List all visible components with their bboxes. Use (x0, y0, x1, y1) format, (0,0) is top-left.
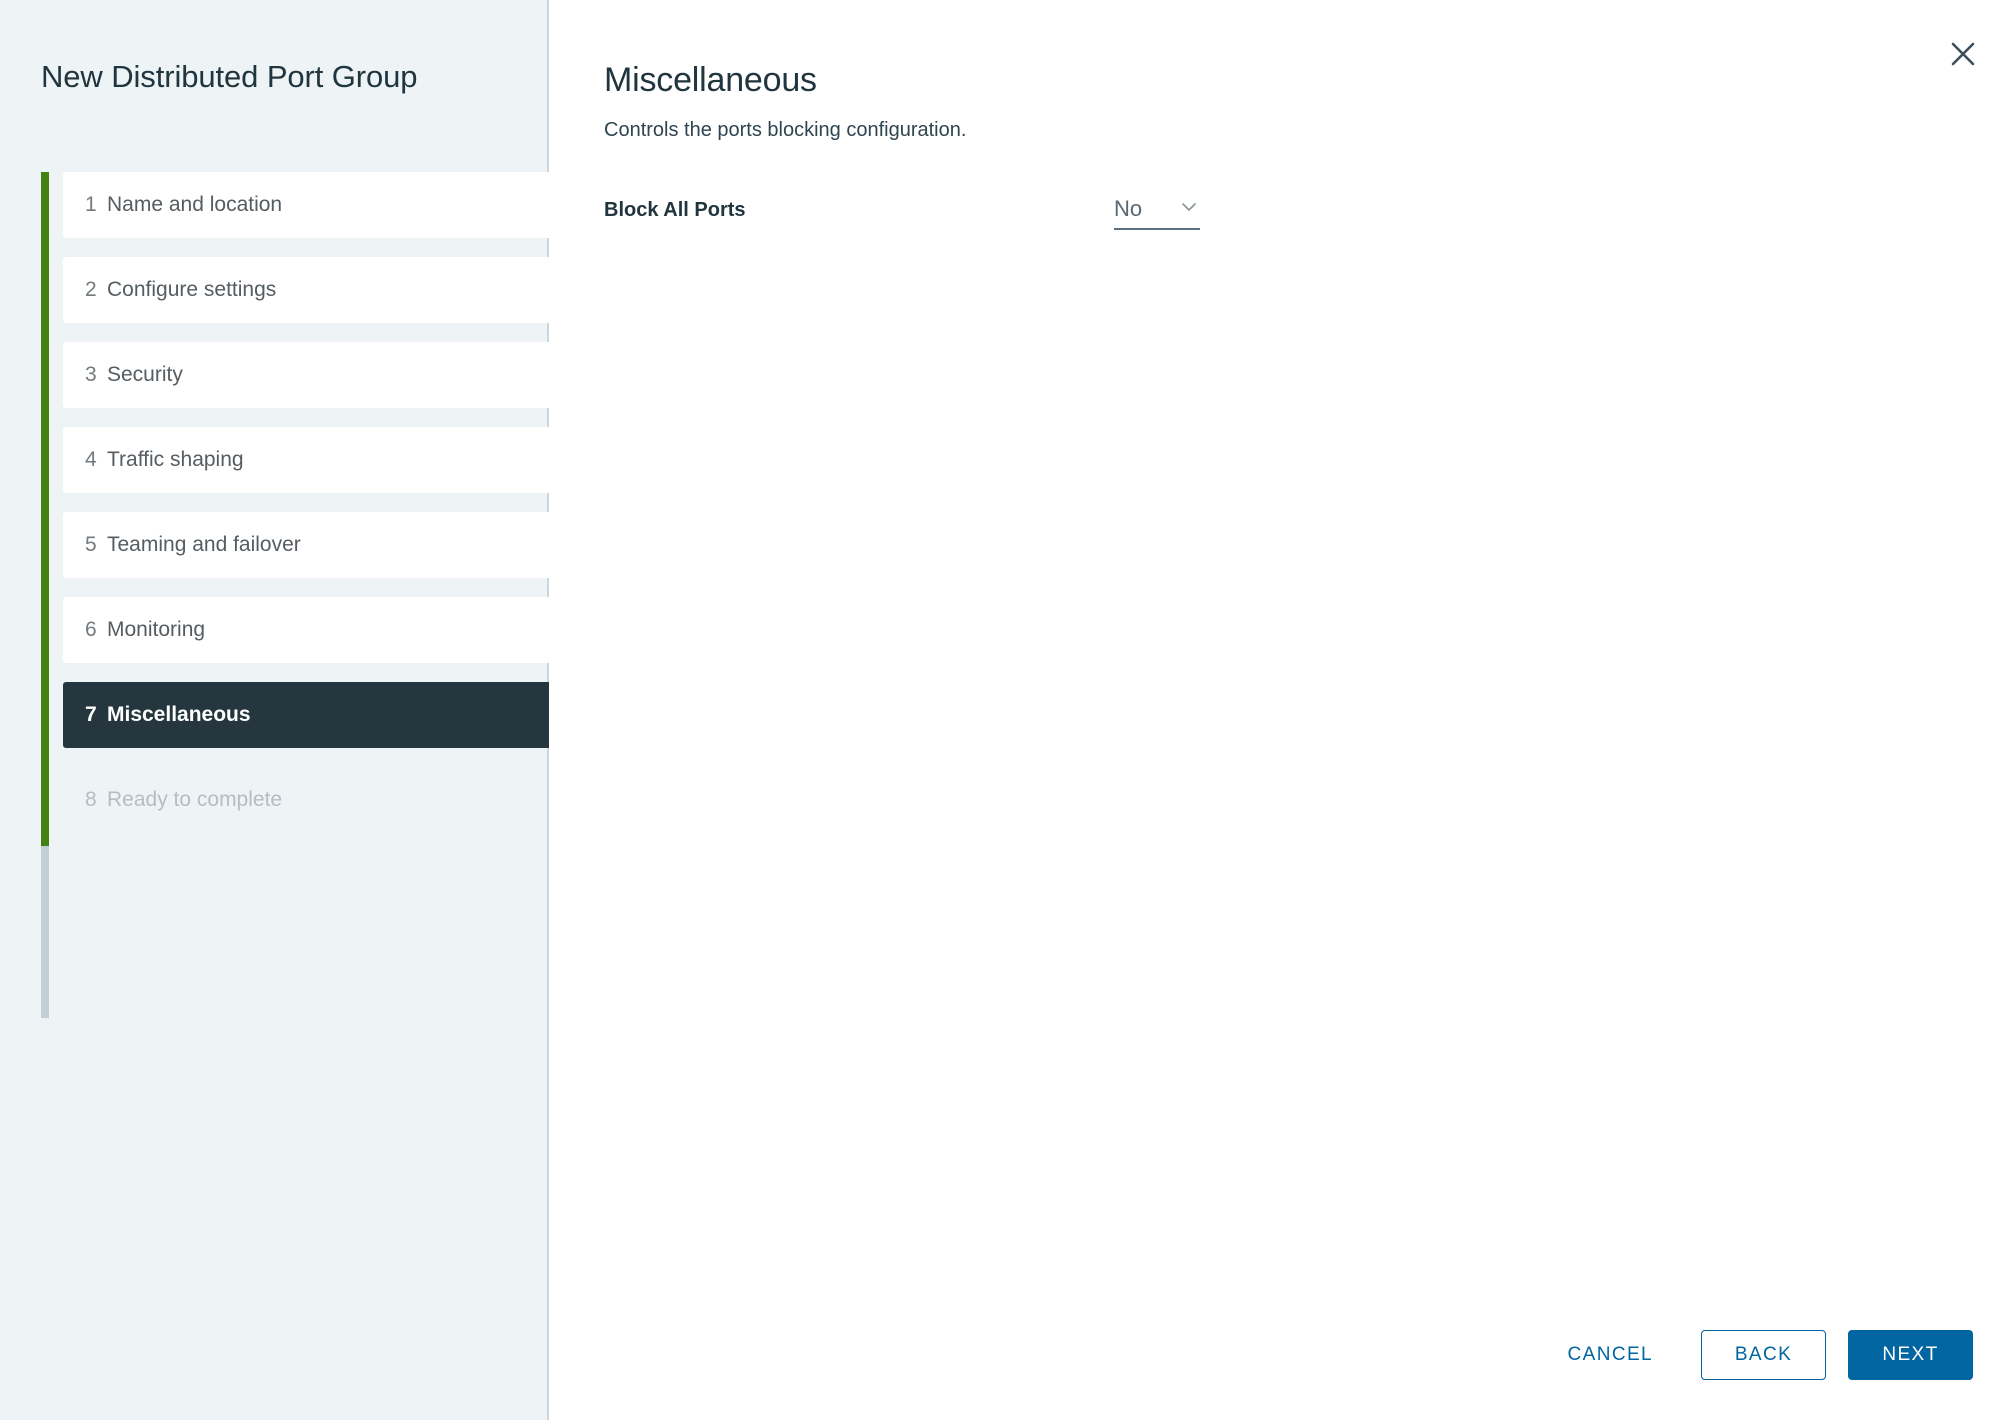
sidebar-step-monitoring[interactable]: 6 Monitoring (63, 597, 549, 663)
step-number: 8 (85, 788, 97, 811)
step-label: Configure settings (107, 278, 277, 301)
cancel-button[interactable]: CANCEL (1542, 1331, 1679, 1379)
wizard-step-list: 1 Name and location 2 Configure settings… (41, 172, 549, 1018)
block-all-ports-label: Block All Ports (604, 198, 746, 221)
step-label: Teaming and failover (107, 533, 301, 556)
step-number: 3 (85, 363, 97, 386)
step-label: Ready to complete (107, 788, 283, 811)
next-button[interactable]: NEXT (1848, 1330, 1973, 1380)
block-all-ports-value: No (1114, 196, 1143, 221)
sidebar-step-ready-to-complete[interactable]: 8 Ready to complete (63, 767, 549, 833)
wizard-title: New Distributed Port Group (41, 58, 418, 94)
chevron-down-icon (1182, 203, 1196, 211)
block-all-ports-row: Block All Ports No (604, 188, 1973, 232)
block-all-ports-select[interactable]: No (1114, 190, 1200, 230)
page-subtitle: Controls the ports blocking configuratio… (604, 119, 967, 141)
step-number: 4 (85, 448, 97, 471)
sidebar-step-miscellaneous[interactable]: 7 Miscellaneous (63, 682, 549, 748)
step-number: 2 (85, 278, 97, 301)
sidebar-step-security[interactable]: 3 Security (63, 342, 549, 408)
sidebar-step-configure-settings[interactable]: 2 Configure settings (63, 257, 549, 323)
close-icon (1951, 42, 1975, 66)
sidebar-step-traffic-shaping[interactable]: 4 Traffic shaping (63, 427, 549, 493)
new-distributed-port-group-wizard: New Distributed Port Group 1 Name and lo… (0, 0, 2013, 1420)
page-title: Miscellaneous (604, 61, 817, 100)
step-label: Monitoring (107, 618, 206, 641)
step-label: Miscellaneous (107, 703, 251, 726)
step-label: Name and location (107, 193, 283, 216)
sidebar-step-teaming-and-failover[interactable]: 5 Teaming and failover (63, 512, 549, 578)
wizard-sidebar: New Distributed Port Group 1 Name and lo… (0, 0, 549, 1420)
back-button[interactable]: BACK (1701, 1330, 1826, 1380)
step-number: 6 (85, 618, 97, 641)
step-number: 1 (85, 193, 97, 216)
miscellaneous-form: Block All Ports No (604, 188, 1973, 232)
wizard-content-pane: Miscellaneous Controls the ports blockin… (549, 0, 2013, 1420)
close-button[interactable] (1939, 30, 1987, 78)
step-label: Traffic shaping (107, 448, 244, 471)
step-label: Security (107, 363, 183, 386)
sidebar-step-name-and-location[interactable]: 1 Name and location (63, 172, 549, 238)
step-number: 5 (85, 533, 97, 556)
progress-track-completed (41, 172, 49, 846)
step-number: 7 (85, 703, 97, 726)
progress-track-remaining (41, 846, 49, 1018)
wizard-footer: CANCEL BACK NEXT (1542, 1330, 1973, 1380)
